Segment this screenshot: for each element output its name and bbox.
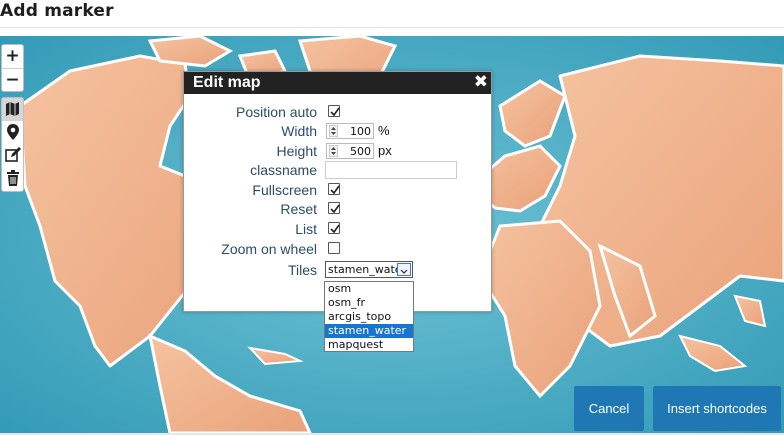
page-title: Add marker [0,1,114,21]
zoom-on-wheel-label: Zoom on wheel [221,241,317,257]
tiles-option-arcgis-topo[interactable]: arcgis_topo [325,310,413,324]
width-row: Width 100 % [184,122,493,141]
height-unit: px [378,143,392,158]
position-auto-row: Position auto [184,103,493,122]
spinner-icon[interactable] [329,145,338,157]
tiles-select[interactable]: stamen_water [325,261,413,278]
position-auto-label: Position auto [236,104,317,120]
reset-label: Reset [280,201,317,217]
chevron-down-icon[interactable] [397,263,411,276]
list-checkbox[interactable] [328,222,340,234]
edit-icon[interactable] [2,144,23,167]
marker-icon[interactable] [2,121,23,144]
width-unit: % [378,123,390,138]
width-label: Width [281,123,317,139]
spinner-icon[interactable] [329,125,338,137]
tiles-row: Tiles stamen_water [184,261,493,280]
tiles-option-stamen-water[interactable]: stamen_water [325,324,413,338]
fullscreen-label: Fullscreen [252,182,317,198]
title-divider [0,27,784,28]
reset-checkbox[interactable] [328,202,340,214]
list-row: List [184,220,493,239]
zoom-control: + − [1,44,24,92]
fullscreen-row: Fullscreen [184,181,493,200]
height-row: Height 500 px [184,142,493,161]
tiles-dropdown: osm osm_fr arcgis_topo stamen_water mapq… [324,281,414,352]
close-icon[interactable]: ✖ [474,72,488,92]
reset-row: Reset [184,200,493,219]
edit-map-dialog: Edit map ✖ Position auto Width 100 % Hei… [183,71,492,312]
width-value: 100 [350,125,371,138]
classname-label: classname [250,162,317,178]
classname-row: classname [184,161,493,180]
width-input[interactable]: 100 [326,123,374,139]
zoom-in-button[interactable]: + [2,45,23,68]
trash-icon[interactable] [2,167,23,190]
list-label: List [295,221,317,237]
zoom-on-wheel-checkbox[interactable] [328,242,340,254]
zoom-out-button[interactable]: − [2,69,23,92]
height-label: Height [276,143,317,159]
tiles-label: Tiles [287,262,317,278]
fullscreen-checkbox[interactable] [328,183,340,195]
height-input[interactable]: 500 [326,143,374,159]
cancel-button[interactable]: Cancel [574,386,644,431]
map-icon[interactable] [2,98,23,121]
classname-input[interactable] [325,161,457,179]
tiles-option-osm[interactable]: osm [325,282,413,296]
zoom-on-wheel-row: Zoom on wheel [184,240,493,259]
tiles-option-osm-fr[interactable]: osm_fr [325,296,413,310]
tiles-selected-value: stamen_water [328,263,407,276]
position-auto-checkbox[interactable] [328,105,340,117]
tiles-option-mapquest[interactable]: mapquest [325,338,413,352]
dialog-title: Edit map [184,72,491,94]
insert-shortcodes-button[interactable]: Insert shortcodes [653,386,781,431]
height-value: 500 [350,145,371,158]
draw-toolbar [1,97,24,192]
